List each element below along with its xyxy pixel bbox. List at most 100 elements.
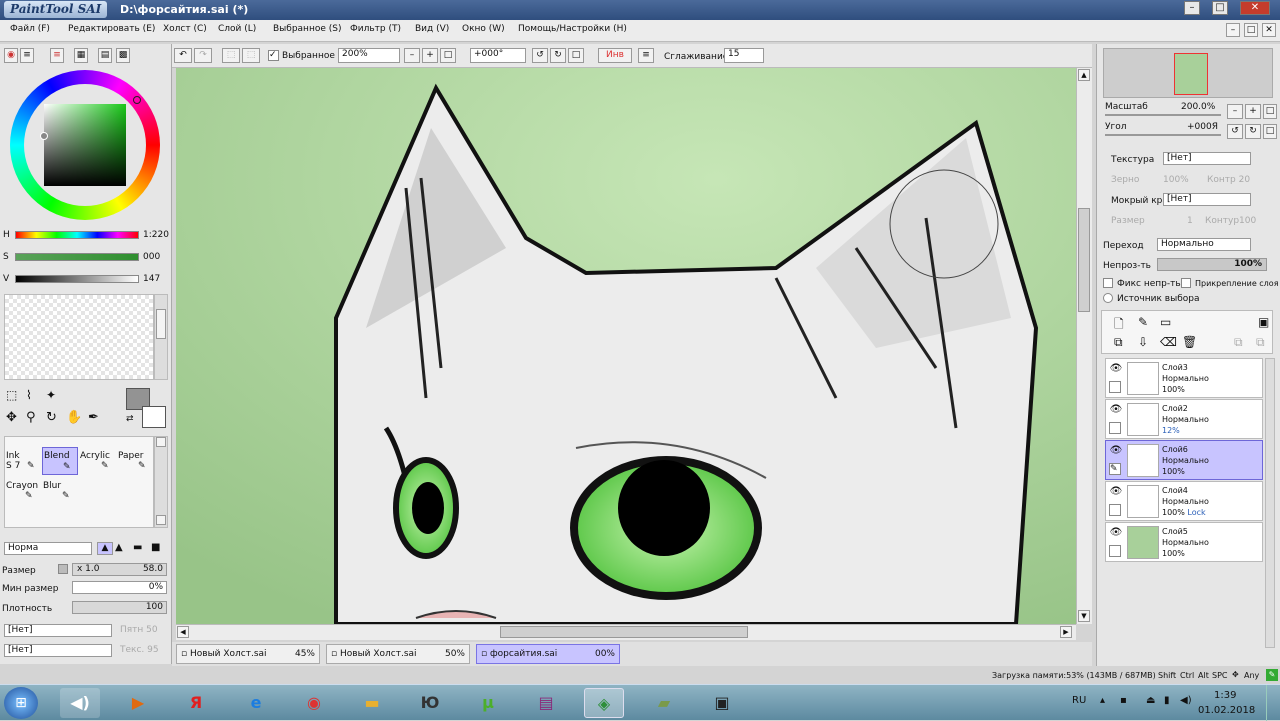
eye-icon[interactable]: 👁 (1109, 363, 1123, 375)
trash-icon[interactable]: 🗑 (1182, 335, 1197, 349)
scroll-up-icon[interactable]: ▲ (1078, 69, 1090, 81)
invert-view-button[interactable]: Инв (598, 48, 632, 63)
tray-usb-icon[interactable]: ⏏ (1146, 695, 1155, 706)
hue-ring-handle[interactable] (133, 96, 141, 104)
min-size-slider[interactable]: 0% (72, 581, 167, 594)
brush-layer-icon[interactable]: ✎ (1109, 463, 1121, 475)
swap-colors-icon[interactable]: ⇄ (126, 414, 134, 424)
clock-time[interactable]: 1:39 (1214, 690, 1236, 701)
nav-angle-slider[interactable] (1105, 134, 1221, 136)
deselect-icon[interactable]: ⬚ (222, 48, 240, 63)
close-button[interactable]: ✕ (1240, 1, 1270, 15)
nav-zoom-slider[interactable] (1105, 114, 1221, 116)
doc-tab[interactable]: ▫ Новый Холст.sai 50% (326, 644, 470, 664)
flatten-icon[interactable]: ⧉ (1256, 335, 1265, 350)
utorrent-icon[interactable]: µ (468, 688, 508, 718)
eye-icon[interactable]: 👁 (1109, 486, 1123, 498)
move-icon[interactable]: ✥ (6, 410, 17, 425)
video-player-icon[interactable]: ▶ (118, 688, 158, 718)
brush-shape-4-icon[interactable]: ■ (151, 542, 160, 553)
color-wheel[interactable] (10, 70, 160, 220)
doc-tab[interactable]: ▫ Новый Холст.sai 45% (176, 644, 320, 664)
layer-row[interactable]: 👁 Слой5 Нормально 100% (1105, 522, 1263, 562)
selection-source-checkbox[interactable] (1103, 293, 1113, 303)
menu-edit[interactable]: Редактировать (E) (68, 24, 155, 34)
image-viewer-icon[interactable]: ▰ (644, 688, 684, 718)
clock-date[interactable]: 01.02.2018 (1198, 705, 1255, 716)
clear-layer-icon[interactable]: ⌫ (1160, 335, 1177, 349)
hand-icon[interactable]: ✋ (66, 410, 82, 425)
brush-mode-select[interactable]: Норма (4, 542, 92, 555)
tool-acrylic[interactable]: Acrylic ✎ (79, 447, 115, 475)
chrome-icon[interactable]: ◉ (294, 688, 334, 718)
rgb-slider-mode-icon[interactable]: ≡ (20, 48, 34, 63)
layer-row[interactable]: 👁 Слой4 Нормально 100% Lock (1105, 481, 1263, 521)
layer-menu-icon[interactable]: ▣ (1258, 315, 1269, 329)
menu-help[interactable]: Помощь/Настройки (H) (518, 24, 627, 34)
layer-lock-box[interactable] (1109, 381, 1121, 393)
tool-ink[interactable]: Ink S 7 ✎ (5, 447, 41, 475)
new-linework-layer-icon[interactable]: ✎ (1138, 315, 1148, 329)
menu-filter[interactable]: Фильтр (T) (350, 24, 401, 34)
tool-crayon[interactable]: Crayon ✎ (5, 477, 41, 505)
size-slider[interactable]: x 1.0 58.0 (72, 563, 167, 576)
menu-canvas[interactable]: Холст (C) (163, 24, 207, 34)
layer-lock-box[interactable] (1109, 504, 1121, 516)
eye-icon[interactable]: 👁 (1109, 527, 1123, 539)
copy-layer-icon[interactable]: ⧉ (1114, 335, 1123, 350)
blend-mode-select[interactable]: Нормально (1157, 238, 1251, 251)
color-wheel-mode-icon[interactable]: ◉ (4, 48, 18, 63)
undo-icon[interactable]: ↶ (174, 48, 192, 63)
scroll-right-icon[interactable]: ▶ (1060, 626, 1072, 638)
redo-icon[interactable]: ↷ (194, 48, 212, 63)
selection-checkbox[interactable]: ✓ (268, 50, 279, 61)
show-desktop-button[interactable] (1266, 685, 1280, 721)
color-picker-handle[interactable] (40, 132, 48, 140)
media-player-icon[interactable]: ◀) (60, 688, 100, 718)
zoom-reset-icon[interactable]: □ (440, 48, 456, 63)
palette-mode-icon[interactable]: ▦ (74, 48, 88, 63)
horizontal-scroll-thumb[interactable] (500, 626, 748, 638)
scroll-down-icon[interactable]: ▼ (1078, 610, 1090, 622)
fix-opacity-checkbox[interactable] (1103, 278, 1113, 288)
tray-up-icon[interactable]: ▴ (1100, 695, 1105, 706)
nav-zoom-reset-icon[interactable]: □ (1263, 104, 1277, 119)
clip-layer-checkbox[interactable] (1181, 278, 1191, 288)
eye-icon[interactable]: 👁 (1109, 404, 1123, 416)
value-slider[interactable] (15, 275, 139, 283)
brush-texture2-select[interactable]: [Нет] (4, 644, 112, 657)
brush-shape-2-icon[interactable]: ▲ (115, 542, 123, 553)
menu-layer[interactable]: Слой (L) (218, 24, 256, 34)
tools-scrollbar[interactable] (154, 436, 168, 528)
scratchpad-scroll-thumb[interactable] (156, 309, 166, 339)
magic-wand-icon[interactable]: ✦ (46, 388, 56, 402)
internet-explorer-icon[interactable]: e (236, 688, 276, 718)
menu-file[interactable]: Файл (F) (10, 24, 50, 34)
network-icon[interactable]: ▮ (1164, 695, 1170, 706)
merge-visible-icon[interactable]: ⧉ (1234, 335, 1243, 350)
lasso-icon[interactable]: ⌇ (26, 388, 32, 402)
yandex-browser-icon[interactable]: Я (176, 688, 216, 718)
smoothing-select[interactable]: 15 (724, 48, 764, 63)
invert-select-icon[interactable]: ⬚ (242, 48, 260, 63)
menu-window[interactable]: Окно (W) (462, 24, 505, 34)
opacity-slider[interactable]: 100% (1157, 258, 1267, 271)
paint-app-icon[interactable]: ◈ (584, 688, 624, 718)
doc-tab-active[interactable]: ▫ форсайтия.sai 00% (476, 644, 620, 664)
rotate-icon[interactable]: ↻ (46, 410, 57, 425)
layer-row[interactable]: 👁 Слой3 Нормально 100% (1105, 358, 1263, 398)
zoom-in-icon[interactable]: + (422, 48, 438, 63)
nav-rotate-left-icon[interactable]: ↺ (1227, 124, 1243, 139)
canvas-vertical-scrollbar[interactable]: ▲ ▼ (1076, 68, 1092, 624)
rotate-left-icon[interactable]: ↺ (532, 48, 548, 63)
nav-zoom-in-icon[interactable]: + (1245, 104, 1261, 119)
angle-select[interactable]: +000° (470, 48, 526, 63)
tools-scroll-up[interactable] (156, 437, 166, 447)
merge-down-icon[interactable]: ⇩ (1138, 335, 1148, 349)
nav-rotate-reset-icon[interactable]: □ (1263, 124, 1277, 139)
eye-icon[interactable]: 👁 (1109, 445, 1123, 457)
size-lock-checkbox[interactable] (58, 564, 68, 574)
layer-lock-box[interactable] (1109, 545, 1121, 557)
explorer-folder-icon[interactable]: ▬ (352, 688, 392, 718)
doc-restore-button[interactable]: □ (1244, 23, 1258, 37)
